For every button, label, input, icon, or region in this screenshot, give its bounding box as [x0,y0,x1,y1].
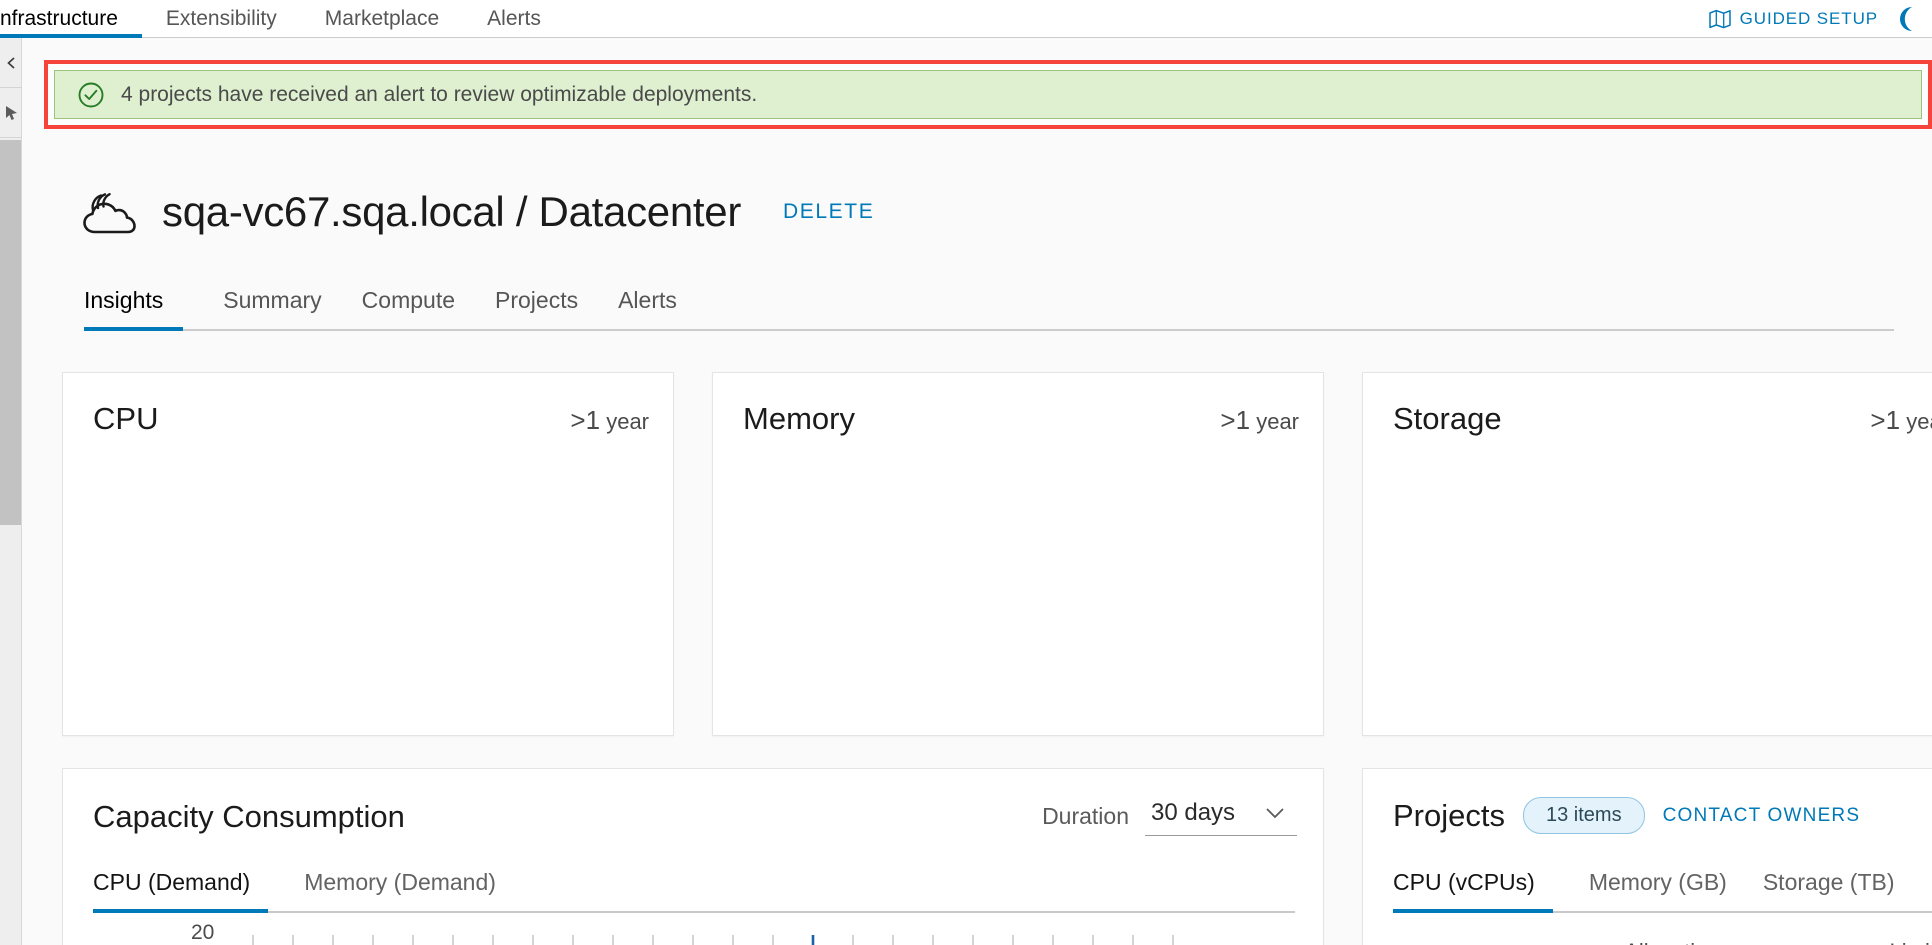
duration-value: 30 days [1151,799,1236,826]
memory-period-unit: year [1256,409,1299,434]
top-navigation-bar: nfrastructure Extensibility Marketplace … [0,0,1932,38]
rail-scrollbar-thumb[interactable] [0,140,21,525]
top-nav-items: nfrastructure Extensibility Marketplace … [0,0,565,38]
cpu-period-unit: year [606,409,649,434]
cpu-card-header: CPU >1 year [93,401,649,437]
subtab-cpu-vcpus[interactable]: CPU (vCPUs) [1393,869,1553,913]
alert-message: 4 projects have received an alert to rev… [121,82,758,106]
guided-setup-button[interactable]: GUIDED SETUP [1708,9,1878,29]
projects-header: Projects 13 items CONTACT OWNERS [1393,797,1860,834]
projects-column-headers: Allocation Limits [1393,939,1932,945]
projects-subtabs: CPU (vCPUs) Memory (GB) Storage (TB) [1393,869,1932,913]
map-icon [1708,9,1731,29]
delete-button[interactable]: DELETE [783,200,874,224]
cpu-card-title: CPU [93,401,159,436]
memory-card-period: >1 year [1220,405,1299,436]
capacity-consumption-card: Capacity Consumption Duration 30 days CP… [62,768,1324,945]
duration-group: Duration 30 days [1042,797,1297,836]
subtab-storage-tb[interactable]: Storage (TB) [1745,869,1913,911]
subtab-cpu-demand[interactable]: CPU (Demand) [93,869,269,913]
tab-projects[interactable]: Projects [475,283,598,329]
cpu-card-period: >1 year [570,405,649,436]
guided-setup-label: GUIDED SETUP [1739,9,1878,28]
page-content: 4 projects have received an alert to rev… [22,38,1932,945]
alert-highlight-annotation: 4 projects have received an alert to rev… [44,60,1932,129]
dark-mode-toggle-icon[interactable] [1892,5,1920,33]
cursor-icon [5,106,17,120]
chart-y-tick-20: 20 [191,921,215,944]
storage-gauge-card: Storage >1 year Utilization (TB) 6.5 8.3… [1362,372,1932,945]
capacity-consumption-chart: 20 [93,921,1293,945]
page-title: sqa-vc67.sqa.local / Datacenter [162,188,742,235]
tab-alerts[interactable]: Alerts [598,283,697,329]
nav-item-infrastructure[interactable]: nfrastructure [0,0,142,38]
tab-summary[interactable]: Summary [203,283,341,329]
nav-item-alerts[interactable]: Alerts [463,0,565,38]
duration-select[interactable]: 30 days [1145,797,1297,836]
contact-owners-button[interactable]: CONTACT OWNERS [1663,805,1861,827]
duration-label: Duration [1042,803,1129,829]
capacity-consumption-title: Capacity Consumption [93,798,405,834]
nav-item-marketplace[interactable]: Marketplace [301,0,463,38]
tab-insights[interactable]: Insights [84,283,184,331]
collapse-sidebar-button[interactable] [0,38,22,88]
projects-title: Projects [1393,797,1505,833]
storage-card-header: Storage >1 year [1393,401,1932,437]
check-circle-icon [78,82,104,107]
projects-card: Projects 13 items CONTACT OWNERS CPU (vC… [1362,768,1932,945]
chart-gridlines [252,935,1174,945]
nav-item-extensibility[interactable]: Extensibility [142,0,301,38]
success-alert-banner: 4 projects have received an alert to rev… [54,70,1922,119]
page-header: sqa-vc67.sqa.local / Datacenter DELETE [82,188,874,236]
pointer-tool-button[interactable] [0,88,22,138]
left-rail [0,38,22,945]
cloud-icon [83,193,136,234]
storage-card-period: >1 year [1870,405,1932,436]
chevron-left-icon [7,56,15,69]
memory-card-title: Memory [743,401,855,436]
top-nav-right-group: GUIDED SETUP [1708,0,1932,38]
projects-column-limits: Limits [1890,939,1932,945]
page-tabs: Insights Summary Compute Projects Alerts [84,283,1894,331]
storage-card-title: Storage [1393,401,1502,436]
capacity-consumption-header: Capacity Consumption Duration 30 days [93,797,1297,836]
cpu-gauge-card: CPU >1 year 6 Cores Utilization (GHz) 8 … [62,372,674,945]
subtab-memory-demand[interactable]: Memory (Demand) [286,869,514,911]
subtab-memory-gb[interactable]: Memory (GB) [1571,869,1745,911]
tab-compute[interactable]: Compute [342,283,475,329]
storage-period-unit: year [1906,409,1932,434]
projects-items-badge[interactable]: 13 items [1522,797,1645,834]
capacity-consumption-subtabs: CPU (Demand) Memory (Demand) [93,869,1295,913]
memory-card-header: Memory >1 year [743,401,1299,437]
memory-period-value: >1 [1220,405,1251,435]
memory-gauge-card: Memory >1 year Utilization (GB) 27.8 48 … [712,372,1324,945]
cpu-period-value: >1 [570,405,601,435]
storage-period-value: >1 [1870,405,1901,435]
projects-column-allocation: Allocation [1624,939,1719,945]
chevron-down-icon [1266,808,1284,819]
